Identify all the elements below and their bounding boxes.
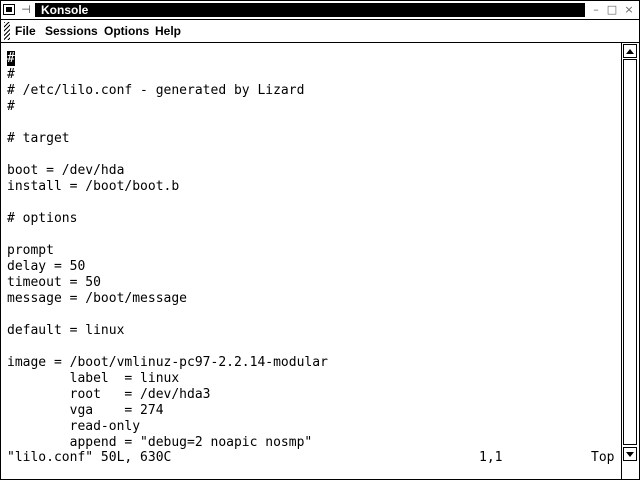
- scrollbar-thumb[interactable]: [623, 59, 637, 445]
- terminal-line: install = /boot/boot.b: [7, 179, 180, 194]
- terminal-line: prompt: [7, 243, 54, 258]
- terminal-line: default = linux: [7, 323, 125, 338]
- terminal-line: #: [7, 99, 15, 114]
- status-cursor-position: 1,1: [479, 450, 503, 465]
- title-highlight: [35, 3, 585, 17]
- close-button[interactable]: ×: [622, 3, 636, 17]
- terminal-line: root = /dev/hda3: [7, 387, 211, 402]
- terminal-line: vga = 274: [7, 403, 164, 418]
- minimize-button[interactable]: –: [589, 3, 603, 17]
- scroll-down-icon[interactable]: [623, 447, 637, 461]
- maximize-button[interactable]: □: [605, 3, 619, 17]
- toolbar-grip-icon[interactable]: [4, 22, 10, 40]
- terminal-line: append = "debug=2 noapic nosmp": [7, 435, 313, 450]
- terminal-line: # options: [7, 211, 78, 226]
- terminal-line: # /etc/lilo.conf - generated by Lizard: [7, 83, 305, 98]
- terminal-line: image = /boot/vmlinuz-pc97-2.2.14-modula…: [7, 355, 328, 370]
- status-file-info: "lilo.conf" 50L, 630C: [7, 450, 172, 465]
- menu-bar: File Sessions Options Help: [1, 20, 639, 43]
- window-title: Konsole: [41, 3, 89, 17]
- scroll-up-icon[interactable]: [623, 44, 637, 58]
- menu-sessions[interactable]: Sessions: [45, 20, 98, 42]
- vertical-scrollbar[interactable]: [621, 43, 639, 479]
- terminal-area[interactable]: # # # /etc/lilo.conf - generated by Liza…: [3, 47, 619, 471]
- terminal-line: label = linux: [7, 371, 180, 386]
- menu-help[interactable]: Help: [155, 20, 181, 42]
- sticky-pin-icon[interactable]: ⊣: [19, 2, 33, 17]
- status-scroll-position: Top: [591, 450, 615, 465]
- text-cursor: #: [7, 51, 15, 66]
- terminal-line: read-only: [7, 419, 141, 434]
- terminal-line: # target: [7, 131, 70, 146]
- terminal-line: #: [7, 67, 15, 82]
- window-menu-icon[interactable]: [3, 4, 15, 15]
- terminal-line: boot = /dev/hda: [7, 163, 125, 178]
- menu-options[interactable]: Options: [104, 20, 149, 42]
- konsole-window: ⊣ Konsole – □ × File Sessions Options He…: [0, 0, 640, 480]
- terminal-line: #: [7, 51, 15, 67]
- terminal-line: message = /boot/message: [7, 291, 188, 306]
- terminal-line: delay = 50: [7, 259, 86, 274]
- terminal-line: timeout = 50: [7, 275, 101, 290]
- menu-file[interactable]: File: [15, 20, 36, 42]
- title-bar[interactable]: ⊣ Konsole – □ ×: [1, 1, 639, 20]
